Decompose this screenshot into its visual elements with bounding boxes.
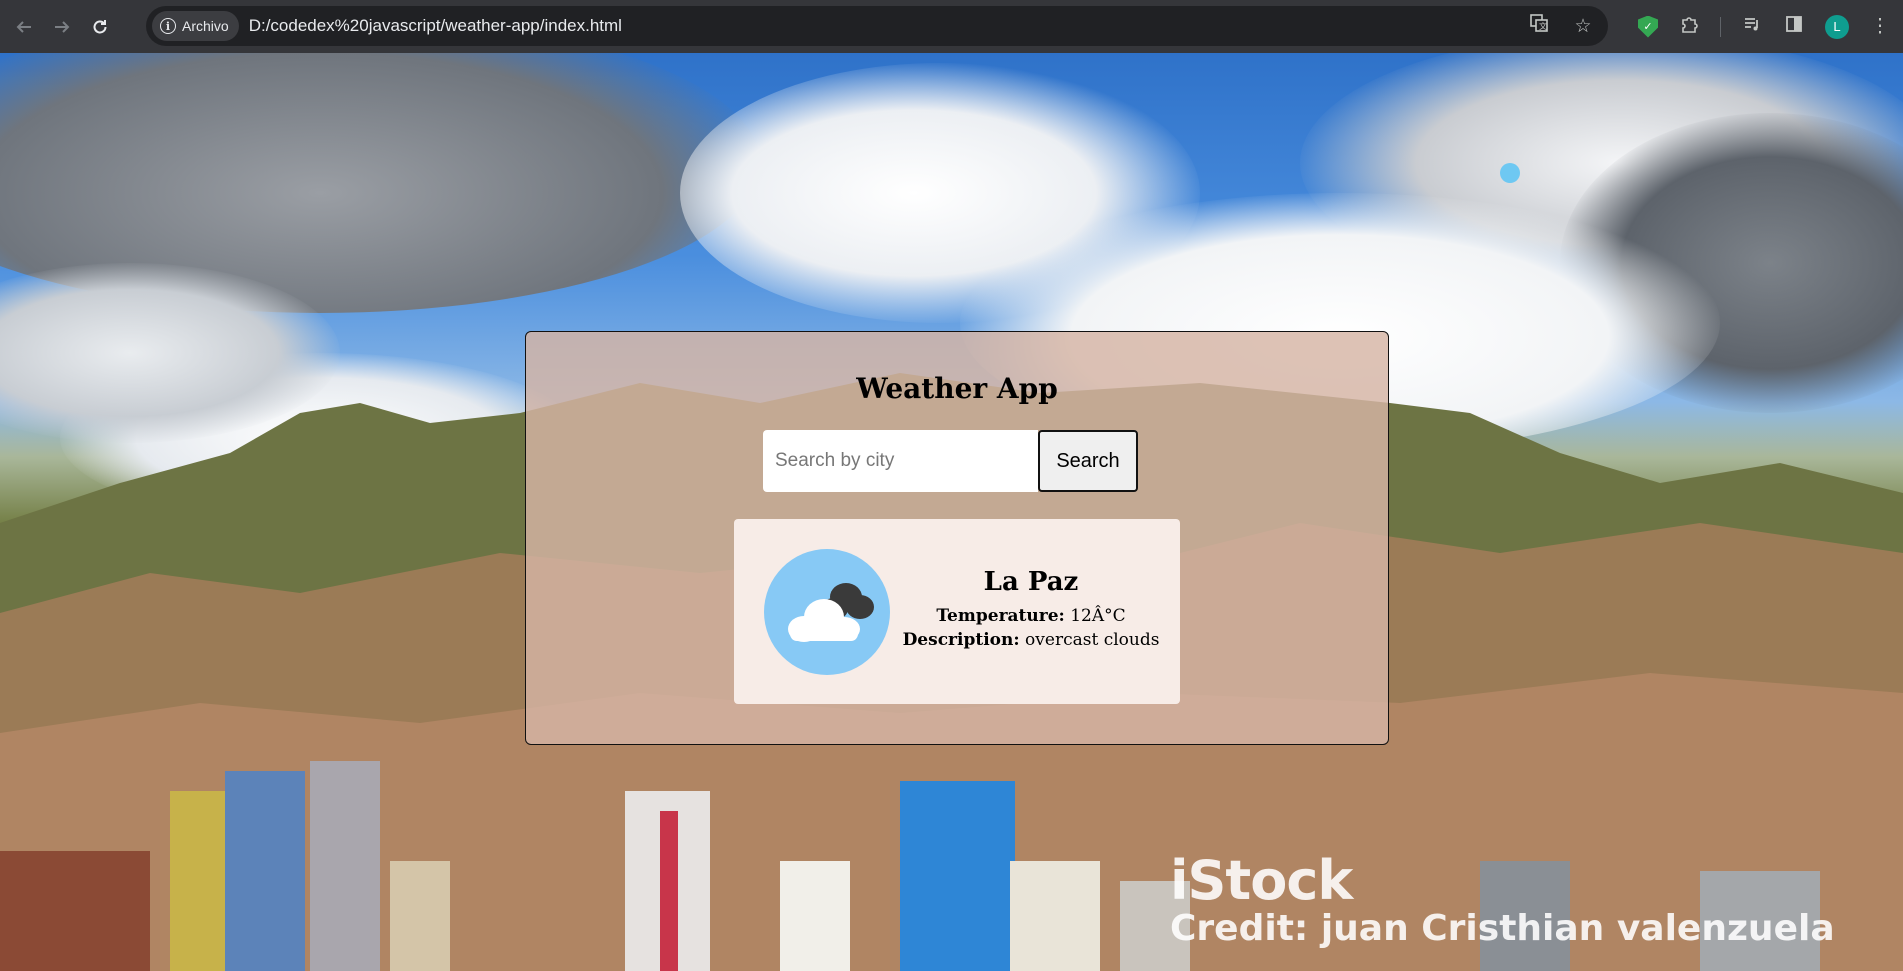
puzzle-extensions-icon[interactable]: [1678, 14, 1700, 40]
browser-toolbar: i Archivo D:/codedex%20javascript/weathe…: [0, 0, 1903, 53]
shield-extension-icon[interactable]: ✓: [1638, 15, 1658, 38]
watermark-credit: Credit: juan Cristhian valenzuela: [1170, 908, 1835, 949]
media-queue-icon[interactable]: [1741, 14, 1763, 40]
description-value: overcast clouds: [1025, 630, 1160, 650]
temperature-label: Temperature:: [936, 606, 1065, 626]
weather-app-panel: Weather App Search La Paz Temperature:: [525, 331, 1389, 745]
url-text[interactable]: D:/codedex%20javascript/weather-app/inde…: [249, 16, 622, 36]
search-form: Search: [763, 430, 1138, 492]
page-title: Weather App: [856, 372, 1058, 405]
description-label: Description:: [902, 630, 1020, 650]
menu-kebab-icon[interactable]: ⋮: [1869, 15, 1891, 38]
building: [660, 811, 678, 971]
forward-icon[interactable]: [46, 11, 78, 43]
city-name: La Paz: [983, 567, 1079, 597]
cursor-indicator: [1500, 163, 1520, 183]
building: [390, 861, 450, 971]
building: [780, 861, 850, 971]
description-line: Description: overcast clouds: [899, 630, 1163, 650]
building: [0, 851, 150, 971]
search-input[interactable]: [763, 430, 1038, 492]
stock-watermark: iStock Credit: juan Cristhian valenzuela: [1170, 849, 1835, 949]
info-icon: i: [160, 18, 176, 34]
back-icon[interactable]: [8, 11, 40, 43]
watermark-logo: iStock: [1170, 849, 1353, 912]
building: [225, 771, 305, 971]
toolbar-divider: [1720, 16, 1721, 37]
search-button[interactable]: Search: [1038, 430, 1138, 492]
overcast-clouds-icon: [764, 549, 890, 675]
page-viewport: Weather App Search La Paz Temperature:: [0, 53, 1903, 971]
translate-icon[interactable]: 文: [1528, 13, 1550, 39]
building: [1010, 861, 1100, 971]
building: [310, 761, 380, 971]
site-info-chip[interactable]: i Archivo: [152, 11, 239, 41]
avatar[interactable]: L: [1825, 14, 1849, 39]
site-chip-label: Archivo: [182, 18, 229, 34]
temperature-line: Temperature: 12Â°C: [899, 606, 1163, 626]
temperature-value: 12Â°C: [1070, 606, 1126, 626]
building: [900, 781, 1015, 971]
address-bar[interactable]: i Archivo D:/codedex%20javascript/weathe…: [146, 6, 1608, 46]
star-icon[interactable]: ☆: [1572, 15, 1594, 38]
side-panel-icon[interactable]: [1783, 14, 1805, 40]
reload-icon[interactable]: [84, 11, 116, 43]
weather-result-card: La Paz Temperature: 12Â°C Description: o…: [734, 519, 1180, 704]
svg-text:文: 文: [1539, 21, 1547, 31]
